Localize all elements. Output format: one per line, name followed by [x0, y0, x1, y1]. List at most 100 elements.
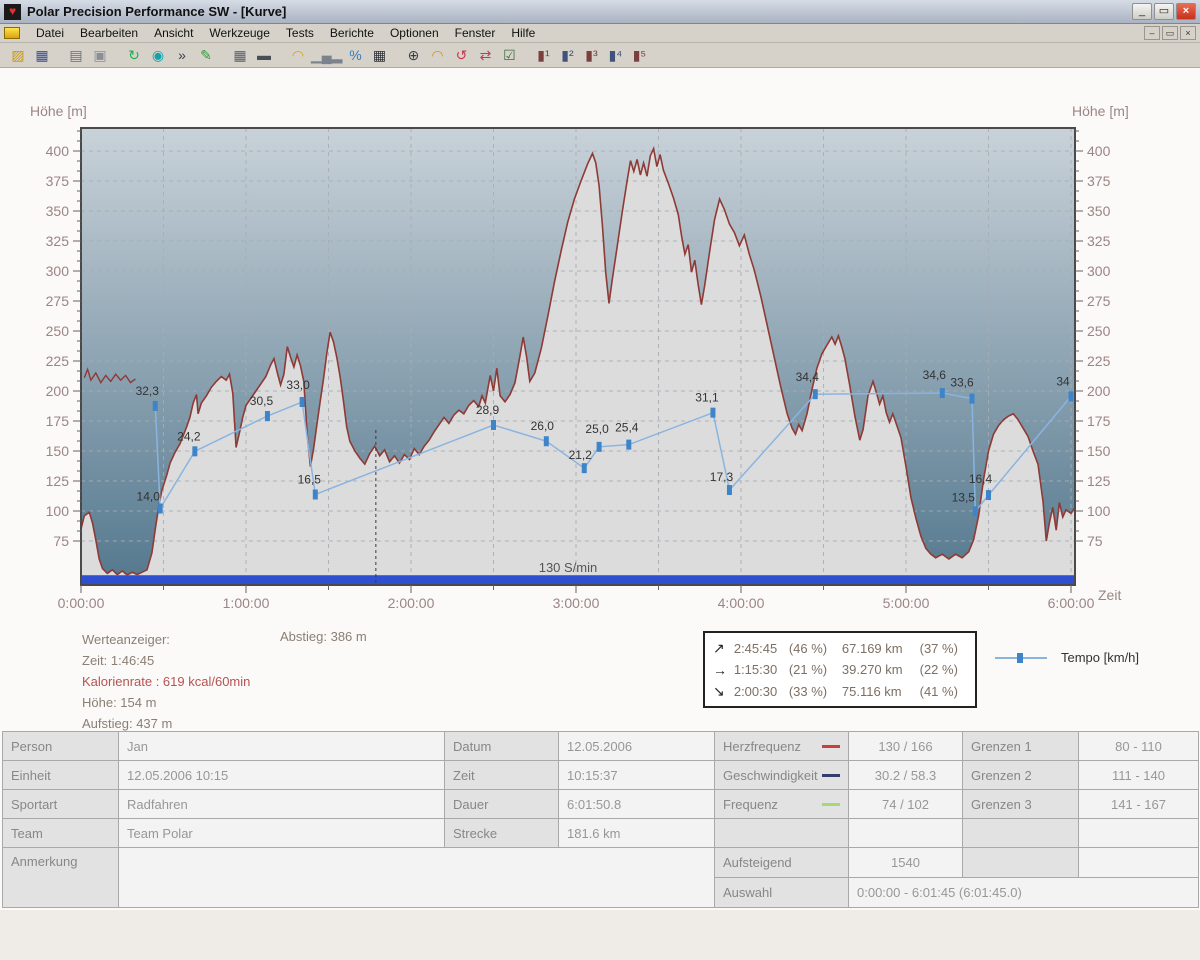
speed-marker[interactable] [727, 485, 732, 495]
table-cell-r4c3: Strecke [444, 818, 559, 848]
curve-icon[interactable]: ◠ [287, 45, 309, 65]
speed-marker[interactable] [544, 436, 549, 446]
speed-marker[interactable] [970, 394, 975, 404]
speed-value-label: 14,0 [137, 490, 161, 504]
direction-summary-box: ↗ 2:45:45 (46 %) 67.169 km (37 %) → 1:15… [703, 631, 977, 708]
menu-bar: Datei Bearbeiten Ansicht Werkzeuge Tests… [0, 24, 1200, 43]
table-cell-r1c4: 12.05.2006 [558, 731, 715, 761]
report-2-icon[interactable]: ▮² [556, 45, 578, 65]
x-tick-label: 0:00:00 [58, 595, 105, 611]
table-cell-r3c7: Grenzen 3 [962, 789, 1079, 819]
menu-tests[interactable]: Tests [278, 25, 322, 41]
table-cell-r4c2: Team Polar [118, 818, 445, 848]
selection-chart-icon[interactable]: ☑ [498, 45, 520, 65]
table-cell-r3c8: 141 - 167 [1078, 789, 1199, 819]
arrow-flat-icon: → [713, 662, 734, 678]
legend-line-icon [822, 774, 840, 777]
child-window-icon[interactable] [4, 27, 20, 39]
app-heart-icon: ♥ [4, 4, 21, 20]
y-tick-label-right: 325 [1087, 233, 1111, 249]
speed-marker[interactable] [158, 504, 163, 514]
calendar-icon[interactable]: ▦ [229, 45, 251, 65]
report-1-icon[interactable]: ▮¹ [532, 45, 554, 65]
speed-marker[interactable] [597, 442, 602, 452]
close-button[interactable]: × [1176, 3, 1196, 20]
speed-marker[interactable] [710, 408, 715, 418]
report-4-icon[interactable]: ▮⁴ [604, 45, 626, 65]
minimize-button[interactable]: _ [1132, 3, 1152, 20]
table-cell-r1c2: Jan [118, 731, 445, 761]
y-tick-label-left: 300 [46, 263, 70, 279]
table-cell-r3c1: Sportart [2, 789, 119, 819]
menu-bearbeiten[interactable]: Bearbeiten [72, 25, 146, 41]
print-icon[interactable]: ▤ [65, 45, 87, 65]
table-cell-r3c6: 74 / 102 [848, 789, 963, 819]
table-cell-r3c5: Frequenz [714, 789, 849, 819]
zoom-icon[interactable]: ⊕ [402, 45, 424, 65]
copy-icon[interactable]: ▣ [89, 45, 111, 65]
menu-ansicht[interactable]: Ansicht [146, 25, 201, 41]
speed-marker[interactable] [986, 490, 991, 500]
aufsteigend-value-cell: 1540 [848, 847, 963, 878]
y-tick-label-left: 325 [46, 233, 70, 249]
speed-marker[interactable] [300, 397, 305, 407]
transfer-icon[interactable]: ↻ [123, 45, 145, 65]
speed-marker[interactable] [582, 463, 587, 473]
speed-marker[interactable] [153, 401, 158, 411]
menu-datei[interactable]: Datei [28, 25, 72, 41]
save-icon[interactable]: ▦ [31, 45, 53, 65]
menu-berichte[interactable]: Berichte [322, 25, 382, 41]
speed-marker[interactable] [265, 411, 270, 421]
watch-icon[interactable]: ◉ [147, 45, 169, 65]
report-3-icon[interactable]: ▮³ [580, 45, 602, 65]
menu-hilfe[interactable]: Hilfe [503, 25, 543, 41]
hr-zone-bar [81, 576, 1075, 584]
open-folder-icon[interactable]: ▨ [7, 45, 29, 65]
speed-marker[interactable] [1069, 391, 1074, 401]
table-cell-r2c6: 30.2 / 58.3 [848, 760, 963, 790]
arrow-up-icon: ↗ [713, 640, 734, 657]
speed-marker[interactable] [192, 446, 197, 456]
table-cell-r4c7 [962, 818, 1079, 848]
speed-value-label: 28,9 [476, 403, 500, 417]
compare-icon[interactable]: ⇄ [474, 45, 496, 65]
flat-dist-pct: (22 %) [920, 662, 967, 677]
child-restore-button[interactable]: ▭ [1162, 26, 1178, 40]
grid-icon[interactable]: ▦ [368, 45, 390, 65]
title-bar[interactable]: ♥ Polar Precision Performance SW - [Kurv… [0, 0, 1200, 24]
table-cell-r1c6: 130 / 166 [848, 731, 963, 761]
child-close-button[interactable]: × [1180, 26, 1196, 40]
laps-icon[interactable]: ↺ [450, 45, 472, 65]
speed-marker[interactable] [626, 440, 631, 450]
table-cell-r3c2: Radfahren [118, 789, 445, 819]
menu-werkzeuge[interactable]: Werkzeuge [201, 25, 277, 41]
speed-marker[interactable] [491, 420, 496, 430]
speed-marker[interactable] [973, 506, 978, 516]
table-cell-r2c2: 12.05.2006 10:15 [118, 760, 445, 790]
y-tick-label-right: 275 [1087, 293, 1111, 309]
application-window: { "window": { "title": "Polar Precision … [0, 0, 1200, 960]
table-cell-r2c8: 111 - 140 [1078, 760, 1199, 790]
speed-value-label: 33,0 [286, 378, 310, 392]
speed-marker[interactable] [813, 389, 818, 399]
menu-fenster[interactable]: Fenster [447, 25, 504, 41]
curve-chart[interactable]: 130 S/min32,314,024,230,533,016,528,926,… [0, 0, 1200, 726]
y-tick-label-left: 175 [46, 413, 70, 429]
child-minimize-button[interactable]: – [1144, 26, 1160, 40]
diary-icon[interactable]: ▬ [253, 45, 275, 65]
speed-value-label: 21,2 [569, 448, 593, 462]
table-cell-r1c3: Datum [444, 731, 559, 761]
speed-marker[interactable] [313, 489, 318, 499]
legend-line-icon [822, 803, 840, 806]
report-5-icon[interactable]: ▮⁵ [628, 45, 650, 65]
info-curve-icon[interactable]: ◠ [426, 45, 448, 65]
bar-chart-icon[interactable]: ▁▄▂ [311, 45, 342, 65]
sonic-pen-icon[interactable]: ✎ [195, 45, 217, 65]
down-dist-pct: (41 %) [920, 684, 967, 699]
speed-marker[interactable] [940, 388, 945, 398]
percent-chart-icon[interactable]: % [344, 45, 366, 65]
ir-sound-icon[interactable]: » [171, 45, 193, 65]
restore-button[interactable]: ▭ [1154, 3, 1174, 20]
werteanzeiger-hoehe: Höhe: 154 m [82, 692, 250, 713]
menu-optionen[interactable]: Optionen [382, 25, 447, 41]
